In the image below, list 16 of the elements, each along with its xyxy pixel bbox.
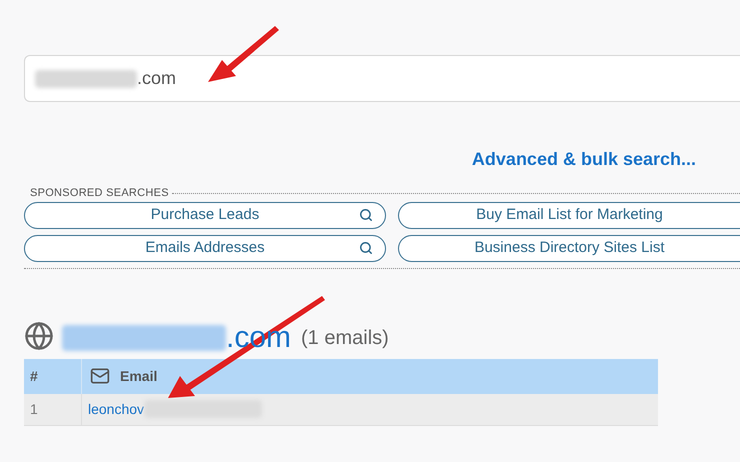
search-icon xyxy=(359,208,373,222)
sponsored-search-button[interactable]: Business Directory Sites List xyxy=(398,234,740,262)
advanced-search-link[interactable]: Advanced & bulk search... xyxy=(472,146,696,173)
sponsored-search-button[interactable]: Emails Addresses xyxy=(24,234,386,262)
sponsored-title: SPONSORED SEARCHES xyxy=(29,186,170,201)
column-header: Email xyxy=(120,366,158,386)
sponsored-search-button[interactable]: Buy Email List for Marketing xyxy=(398,202,740,228)
search-field[interactable]: .com xyxy=(24,55,740,102)
globe-icon xyxy=(24,320,54,350)
search-icon xyxy=(359,241,373,255)
table-cell: 1 xyxy=(24,394,82,424)
sponsored-search-button[interactable]: Purchase Leads xyxy=(24,202,386,228)
email-count: (1 emails) xyxy=(301,326,389,350)
annotation-arrow xyxy=(208,26,279,82)
mail-icon xyxy=(90,366,110,386)
email-link[interactable]: leonchov xyxy=(88,398,144,420)
